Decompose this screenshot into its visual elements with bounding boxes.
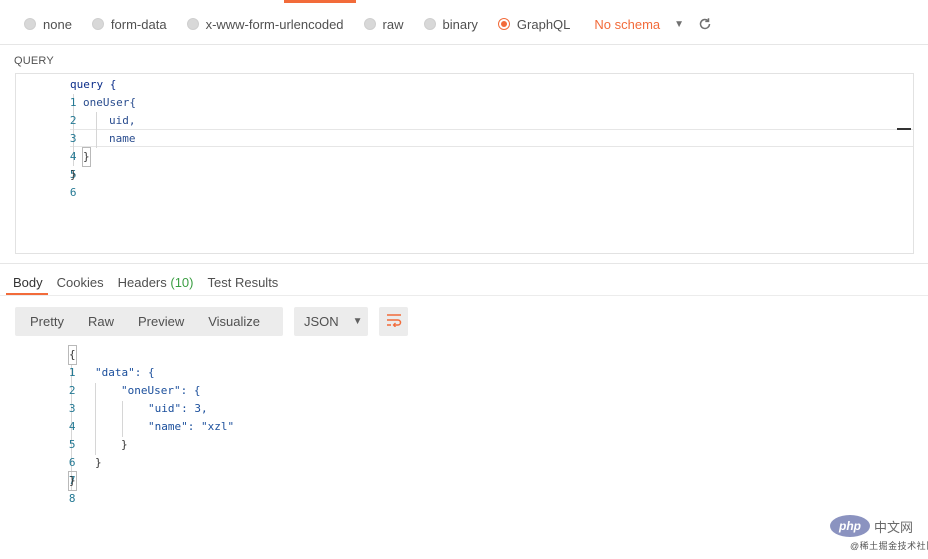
radio-label: form-data	[110, 16, 167, 32]
radio-label: x-www-form-urlencoded	[205, 16, 344, 32]
code-text: name	[109, 132, 136, 145]
format-select[interactable]: JSON ▼	[294, 307, 368, 336]
code-text: "uid": 3,	[148, 402, 208, 415]
response-tabs: Body Cookies Headers (10) Test Results	[13, 272, 292, 292]
code-text: "data": {	[95, 366, 155, 379]
code-line: 2 "data": {	[15, 364, 155, 397]
body-type-selector: none form-data x-www-form-urlencoded raw…	[24, 13, 712, 35]
code-text: oneUser{	[83, 96, 136, 109]
raw-button[interactable]: Raw	[88, 314, 114, 329]
preview-button[interactable]: Preview	[138, 314, 184, 329]
radio-circle-selected[interactable]	[497, 18, 510, 30]
radio-label: none	[43, 16, 72, 32]
code-text: query {	[70, 78, 117, 91]
code-line: 4 name	[16, 130, 136, 163]
line-number: 8	[68, 492, 76, 505]
view-mode-group: Pretty Raw Preview Visualize	[15, 307, 283, 336]
watermark: php 中文网 @稀土掘金技术社区	[830, 515, 928, 553]
tab-cookies[interactable]: Cookies	[57, 275, 104, 290]
code-text: }	[121, 438, 128, 451]
radio-none[interactable]: none	[24, 17, 72, 32]
radio-form-data[interactable]: form-data	[91, 16, 167, 32]
radio-circle[interactable]	[423, 18, 436, 30]
code-text: }	[70, 168, 77, 181]
code-line: 1 {	[15, 345, 77, 379]
code-line: 1 query {	[16, 76, 116, 109]
active-tab-indicator	[284, 0, 356, 3]
query-editor[interactable]: 1 query { 2 oneUser{ 3 uid, 4 name 5 } 6…	[15, 73, 914, 254]
radio-label: raw	[382, 16, 404, 32]
code-line: 5 }	[16, 147, 91, 181]
tab-headers-label: Headers	[117, 274, 167, 290]
refresh-icon[interactable]	[698, 17, 712, 31]
code-line: 7 }	[15, 454, 102, 487]
format-label: JSON	[304, 314, 339, 329]
code-line: 6 }	[16, 166, 77, 199]
code-text: {	[68, 345, 77, 365]
code-line: 3 uid,	[16, 112, 136, 145]
radio-label: GraphQL	[516, 16, 571, 32]
radio-x-www-form-urlencoded[interactable]: x-www-form-urlencoded	[186, 16, 344, 32]
code-line: 4 "uid": 3,	[15, 400, 208, 433]
divider	[0, 263, 928, 264]
scroll-indicator	[897, 128, 911, 130]
radio-raw[interactable]: raw	[363, 16, 404, 32]
code-line: 8 }	[15, 471, 77, 505]
divider	[0, 44, 928, 45]
radio-binary[interactable]: binary	[423, 16, 478, 32]
wrap-lines-button[interactable]	[379, 307, 408, 336]
code-text: }	[68, 471, 77, 491]
code-text: "name": "xzl"	[148, 420, 235, 433]
indent-guide	[95, 383, 96, 455]
response-viewer[interactable]: 1 { 2 "data": { 3 "oneUser": { 4 "uid": …	[15, 345, 914, 505]
watermark-sub: @稀土掘金技术社区	[850, 541, 928, 551]
code-line: 2 oneUser{	[16, 94, 136, 127]
code-text: "oneUser": {	[121, 384, 201, 397]
divider	[0, 295, 928, 296]
watermark-name: 中文网	[874, 520, 914, 535]
tab-test-results[interactable]: Test Results	[208, 275, 279, 290]
indent-guide	[96, 112, 97, 148]
caret-down-icon[interactable]: ▼	[674, 19, 684, 30]
code-line: 6 }	[15, 436, 128, 469]
line-number: 6	[69, 186, 77, 199]
code-line: 5 "name": "xzl"	[15, 418, 234, 451]
watermark-badge: php	[830, 515, 870, 537]
wrap-lines-icon	[386, 313, 402, 330]
tab-headers[interactable]: Headers (10)	[118, 275, 194, 290]
radio-circle[interactable]	[91, 18, 104, 30]
radio-circle[interactable]	[186, 18, 199, 30]
tab-body[interactable]: Body	[13, 275, 43, 290]
code-line: 3 "oneUser": {	[15, 382, 201, 415]
radio-graphql[interactable]: GraphQL	[497, 16, 571, 32]
query-section-label: QUERY	[14, 55, 54, 67]
caret-down-icon: ▼	[352, 316, 363, 327]
code-text: }	[82, 147, 91, 167]
code-text: }	[95, 456, 102, 469]
schema-select[interactable]: No schema ▼	[594, 17, 684, 32]
schema-label: No schema	[594, 16, 661, 32]
code-text: uid,	[109, 114, 136, 127]
radio-circle[interactable]	[363, 18, 376, 30]
radio-label: binary	[442, 16, 478, 32]
headers-count: (10)	[170, 274, 194, 290]
indent-guide	[122, 401, 123, 437]
pretty-button[interactable]: Pretty	[30, 314, 64, 329]
radio-circle[interactable]	[24, 18, 36, 30]
active-line-highlight	[70, 129, 913, 147]
visualize-button[interactable]: Visualize	[208, 314, 260, 329]
